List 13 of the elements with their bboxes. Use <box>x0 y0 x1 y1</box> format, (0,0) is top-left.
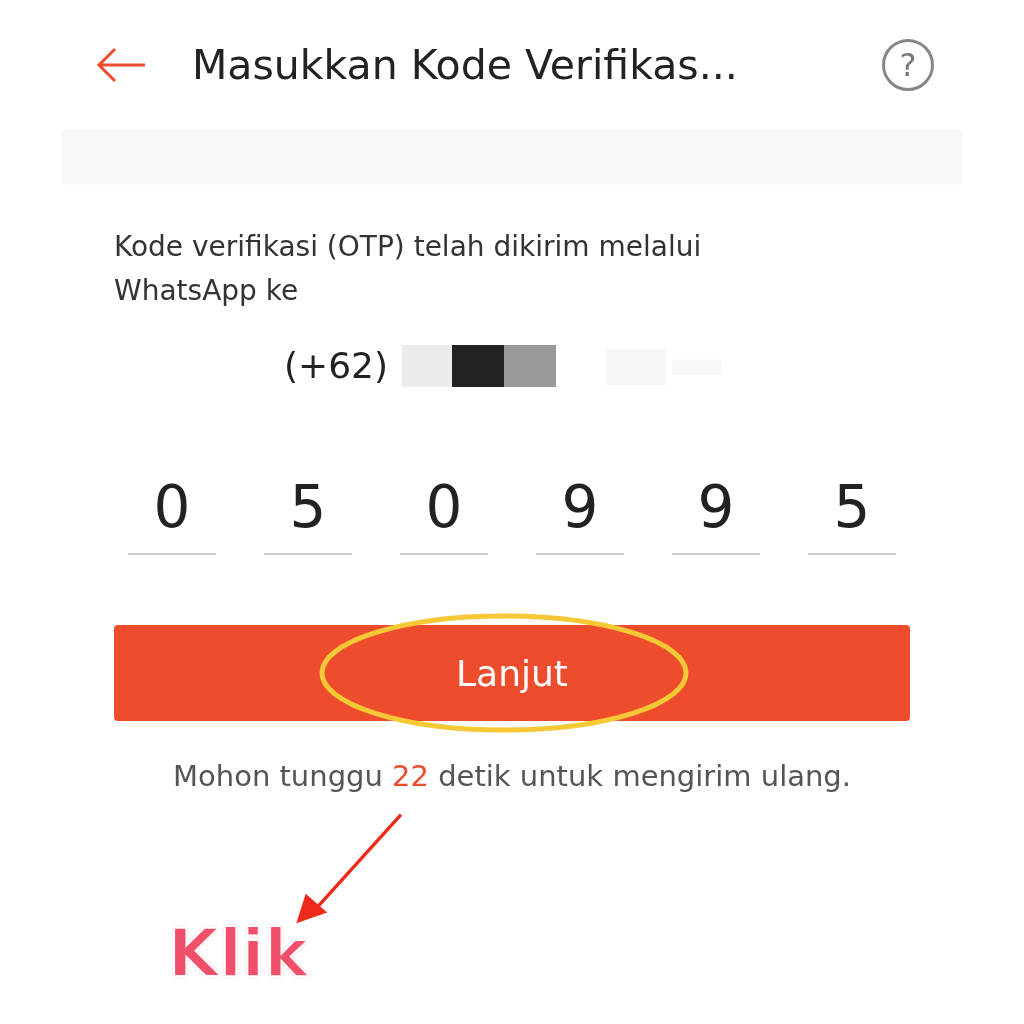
page-title: Masukkan Kode Verifikas... <box>192 41 739 89</box>
otp-digit-field[interactable]: 9 <box>536 465 624 555</box>
otp-digit-field[interactable]: 5 <box>264 465 352 555</box>
otp-digit-field[interactable]: 9 <box>672 465 760 555</box>
continue-button[interactable]: Lanjut <box>114 625 910 721</box>
otp-digit-field[interactable]: 0 <box>128 465 216 555</box>
resend-countdown-text: Mohon tunggu 22 detik untuk mengirim ulang. <box>172 759 852 793</box>
otp-digit-field[interactable]: 5 <box>808 465 896 555</box>
back-arrow-icon[interactable] <box>95 47 147 83</box>
otp-message: Kode verifikasi (OTP) telah dikirim melalui WhatsApp ke <box>114 229 703 309</box>
help-button[interactable]: ? <box>882 39 934 91</box>
country-code: (+62) <box>284 344 389 386</box>
otp-digit-field[interactable]: 0 <box>400 465 488 555</box>
